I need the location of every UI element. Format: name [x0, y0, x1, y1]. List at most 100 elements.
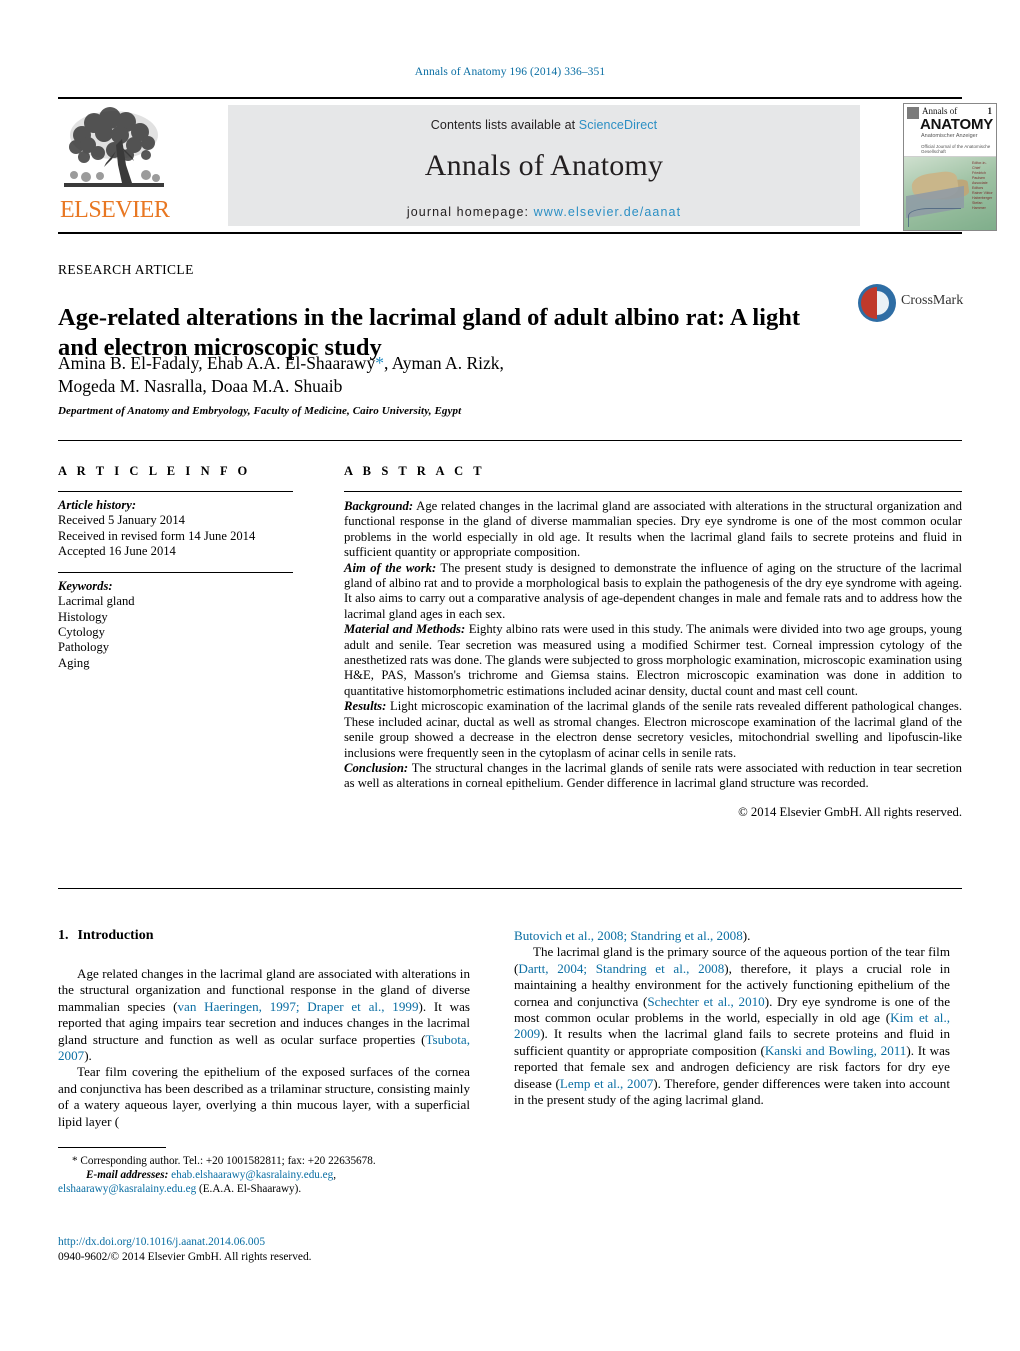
abstract-conclusion-label: Conclusion: — [344, 760, 409, 775]
sciencedirect-link[interactable]: ScienceDirect — [579, 118, 657, 132]
abstract-background-text: Age related changes in the lacrimal glan… — [344, 499, 962, 560]
abstract-methods-label: Material and Methods: — [344, 622, 466, 637]
cover-subtitle: Anatomischer Anzeiger — [921, 133, 978, 139]
author-list: Amina B. El-Fadaly, Ehab A.A. El-Shaaraw… — [58, 352, 758, 398]
article-info-rule — [58, 491, 293, 492]
introduction-text-left: Age related changes in the lacrimal glan… — [58, 966, 470, 1130]
elsevier-logo: ELSEVIER — [60, 105, 170, 227]
article-type-label: RESEARCH ARTICLE — [58, 262, 194, 277]
abstract-rule — [344, 491, 962, 492]
abstract-aim: Aim of the work: The present study is de… — [344, 561, 962, 623]
email-link-1[interactable]: ehab.elshaarawy@kasralainy.edu.eg — [171, 1169, 333, 1181]
email-separator: , — [333, 1169, 337, 1181]
email-note: E-mail addresses: ehab.elshaarawy@kasral… — [58, 1168, 470, 1196]
body-column-right: Butovich et al., 2008; Standring et al.,… — [514, 928, 950, 1108]
keyword-item: Pathology — [58, 640, 110, 655]
issn-copyright-line: 0940-9602/© 2014 Elsevier GmbH. All righ… — [58, 1251, 312, 1263]
authors-line-2: Mogeda M. Nasralla, Doaa M.A. Shuaib — [58, 376, 343, 396]
article-page: Annals of Anatomy 196 (2014) 336–351 ELS… — [0, 0, 1020, 1351]
history-item: Accepted 16 June 2014 — [58, 543, 176, 558]
journal-title: Annals of Anatomy — [424, 149, 664, 182]
contents-line: Contents lists available at ScienceDirec… — [228, 105, 860, 132]
history-item: Received in revised form 14 June 2014 — [58, 528, 256, 543]
abstract-body-divider — [58, 888, 962, 889]
abstract-copyright: © 2014 Elsevier GmbH. All rights reserve… — [738, 804, 962, 819]
section-title: Introduction — [77, 928, 154, 943]
keyword-item: Aging — [58, 655, 90, 670]
article-history-block: Article history: Received 5 January 2014… — [58, 498, 313, 559]
abstract-conclusion-text: The structural changes in the lacrimal g… — [344, 760, 962, 791]
abstract-column: A B S T R A C T Background: Age related … — [344, 464, 962, 820]
cover-volume: 1 — [987, 106, 993, 116]
authors-line-1-tail: , Ayman A. Rizk, — [383, 353, 504, 373]
email-attribution: (E.A.A. El-Shaarawy). — [196, 1183, 302, 1195]
doi-block: http://dx.doi.org/10.1016/j.aanat.2014.0… — [58, 1235, 498, 1265]
cover-society-line: Official Journal of the Anatomische Gese… — [921, 144, 991, 154]
intro-p1-c: ). — [84, 1048, 92, 1064]
authors-line-1: Amina B. El-Fadaly, Ehab A.A. El-Shaaraw… — [58, 353, 376, 373]
journal-cover-thumbnail: Annals of 1 ANATOMY Anatomischer Anzeige… — [903, 103, 997, 231]
abstract-heading: A B S T R A C T — [344, 464, 486, 478]
cover-title-line2: ANATOMY — [920, 116, 994, 133]
article-history-label: Article history: — [58, 498, 137, 512]
intro-paragraph-1: Age related changes in the lacrimal glan… — [58, 966, 470, 1064]
citation-link[interactable]: Lemp et al., 2007 — [560, 1076, 653, 1091]
abstract-body: Background: Age related changes in the l… — [344, 499, 962, 820]
intro-p2-b: ). — [742, 928, 751, 943]
article-info-column: A R T I C L E I N F O Article history: R… — [58, 464, 313, 671]
footnote-block: * Corresponding author. Tel.: +20 100158… — [58, 1147, 470, 1196]
cover-editor-text: Editor-in-Chief Friedrich Paulsen Associ… — [972, 161, 993, 210]
journal-homepage-line: journal homepage: www.elsevier.de/aanat — [228, 205, 860, 219]
citation-link[interactable]: Schechter et al., 2010 — [647, 994, 764, 1009]
abstract-background-label: Background: — [344, 499, 414, 513]
keywords-rule — [58, 572, 293, 574]
email-link-2[interactable]: elshaarawy@kasralainy.edu.eg — [58, 1183, 196, 1195]
corresponding-author-note: * Corresponding author. Tel.: +20 100158… — [72, 1155, 376, 1167]
journal-banner: Contents lists available at ScienceDirec… — [228, 105, 860, 226]
abstract-results: Results: Light microscopic examination o… — [344, 699, 962, 761]
intro-p2-a: Tear film covering the epithelium of the… — [58, 1064, 470, 1129]
header-divider — [58, 440, 962, 441]
abstract-methods: Material and Methods: Eighty albino rats… — [344, 622, 962, 699]
intro-paragraph-3: The lacrimal gland is the primary source… — [514, 944, 950, 1108]
homepage-prefix: journal homepage: — [406, 205, 534, 219]
history-item: Received 5 January 2014 — [58, 513, 185, 528]
cover-outline-shape — [908, 208, 961, 227]
crossmark-icon — [858, 284, 896, 322]
citation-link[interactable]: van Haeringen, 1997; Draper et al., 1999 — [177, 999, 418, 1014]
abstract-conclusion: Conclusion: The structural changes in th… — [344, 761, 962, 792]
abstract-aim-label: Aim of the work: — [344, 560, 437, 575]
cover-header: Annals of 1 ANATOMY Anatomischer Anzeige… — [904, 104, 996, 157]
author-affiliation: Department of Anatomy and Embryology, Fa… — [58, 405, 462, 417]
abstract-aim-text: The present study is designed to demonst… — [344, 560, 962, 621]
crossmark-badge[interactable]: CrossMark — [857, 281, 963, 327]
cover-artwork: Editor-in-Chief Friedrich Paulsen Associ… — [904, 157, 996, 230]
contents-prefix: Contents lists available at — [430, 118, 579, 132]
abstract-results-label: Results: — [344, 699, 387, 714]
cover-title-line1: Annals of — [922, 106, 958, 116]
abstract-background: Background: Age related changes in the l… — [344, 499, 962, 561]
keyword-item: Cytology — [58, 625, 105, 640]
corresponding-author-marker: * — [375, 353, 384, 373]
body-column-left: 1. Introduction Age related changes in th… — [58, 928, 470, 1130]
running-head: Annals of Anatomy 196 (2014) 336–351 — [414, 66, 606, 78]
elsevier-wordmark: ELSEVIER — [60, 197, 170, 223]
introduction-text-right: Butovich et al., 2008; Standring et al.,… — [514, 928, 950, 1108]
section-heading-introduction: 1. Introduction — [58, 928, 470, 944]
keyword-item: Lacrimal gland — [58, 594, 135, 609]
intro-paragraph-2-left: Tear film covering the epithelium of the… — [58, 1064, 470, 1130]
email-label: E-mail addresses: — [86, 1169, 169, 1181]
doi-link[interactable]: http://dx.doi.org/10.1016/j.aanat.2014.0… — [58, 1236, 265, 1248]
journal-homepage-link[interactable]: www.elsevier.de/aanat — [534, 205, 681, 219]
citation-link[interactable]: Kanski and Bowling, 2011 — [765, 1043, 907, 1058]
section-number: 1. — [58, 928, 69, 943]
intro-paragraph-2-right: Butovich et al., 2008; Standring et al.,… — [514, 928, 950, 944]
keywords-block: Keywords: Lacrimal gland Histology Cytol… — [58, 579, 313, 671]
citation-link[interactable]: Dartt, 2004; Standring et al., 2008 — [518, 961, 724, 976]
journal-masthead: ELSEVIER Contents lists available at Sci… — [58, 97, 997, 234]
cover-society-badge-icon — [907, 107, 919, 119]
citation-link[interactable]: Butovich et al., 2008; Standring et al.,… — [514, 928, 743, 943]
crossmark-label: CrossMark — [901, 293, 964, 308]
footnote-rule — [58, 1147, 166, 1148]
elsevier-tree-icon — [60, 105, 168, 197]
